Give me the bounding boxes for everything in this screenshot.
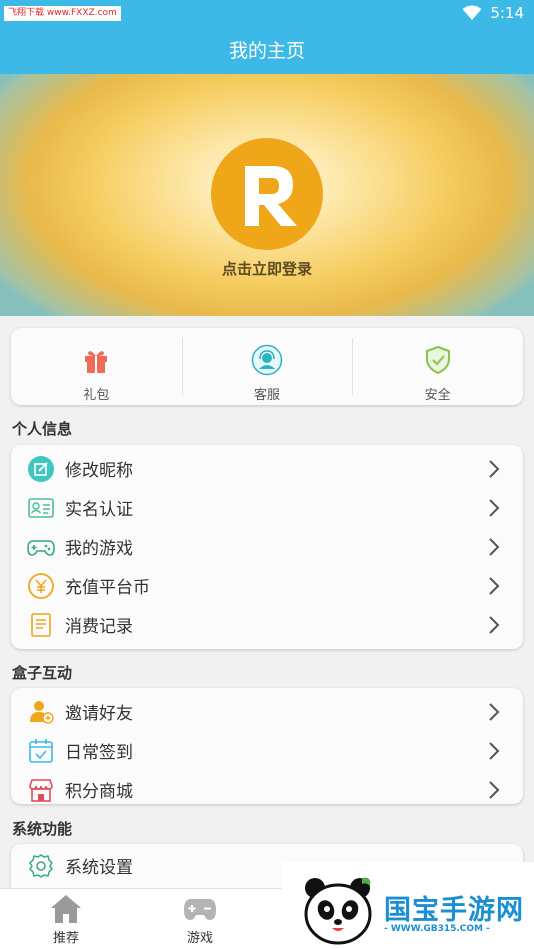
menu-item-label: 日常签到	[65, 743, 133, 763]
section-title-interaction: 盒子互动	[12, 664, 73, 682]
wifi-icon	[462, 5, 482, 20]
invite-user-icon	[30, 700, 54, 724]
menu-item-real-name-verification[interactable]: 实名认证	[11, 488, 523, 527]
status-indicators: 5:14	[462, 4, 524, 22]
shield-check-icon	[425, 345, 450, 375]
menu-item-label: 我的游戏	[65, 539, 133, 559]
watermark-label: 飞翔下载 www.FXXZ.com	[4, 6, 121, 21]
quick-action-gift[interactable]: 礼包	[11, 328, 182, 405]
brand-url: - WWW.GB315.COM -	[384, 924, 490, 934]
status-time: 5:14	[490, 4, 524, 22]
menu-item-label: 消费记录	[65, 617, 133, 637]
quick-action-security[interactable]: 安全	[352, 328, 523, 405]
menu-item-invite-friends[interactable]: 邀请好友	[11, 692, 523, 731]
chevron-right-icon	[489, 741, 500, 760]
quick-action-label: 安全	[424, 388, 451, 403]
menu-item-edit-nickname[interactable]: 修改昵称	[11, 449, 523, 488]
login-link[interactable]: 点击立即登录	[0, 258, 534, 279]
menu-item-label: 实名认证	[65, 500, 133, 520]
receipt-icon	[31, 612, 51, 637]
home-icon	[51, 895, 81, 923]
edit-icon	[28, 455, 54, 482]
menu-item-daily-checkin[interactable]: 日常签到	[11, 731, 523, 770]
chevron-right-icon	[489, 780, 500, 799]
chevron-right-icon	[489, 498, 500, 517]
menu-item-label: 邀请好友	[65, 704, 133, 724]
nav-tab-label: 游戏	[186, 931, 213, 946]
gift-icon	[85, 351, 108, 373]
quick-action-label: 客服	[254, 388, 281, 403]
status-bar: 飞翔下载 www.FXXZ.com 5:14	[0, 0, 534, 28]
nav-tab-games[interactable]: 游戏	[160, 893, 240, 946]
chevron-right-icon	[489, 537, 500, 556]
nav-tab-recommend[interactable]: 推荐	[26, 893, 106, 946]
panda-logo-icon	[304, 877, 372, 945]
quick-action-customer-service[interactable]: 客服	[181, 328, 353, 405]
quick-actions-card: 礼包 客服 安全	[11, 328, 523, 405]
game-controller-icon	[184, 899, 216, 920]
profile-header: 点击立即登录	[0, 74, 534, 316]
avatar[interactable]	[211, 138, 323, 250]
gamepad-icon	[27, 539, 55, 556]
section-title-system: 系统功能	[12, 820, 73, 838]
yuan-coin-icon	[28, 572, 54, 599]
menu-item-label: 修改昵称	[65, 461, 133, 481]
settings-gear-icon	[29, 853, 53, 878]
menu-item-label: 充值平台币	[65, 578, 150, 598]
menu-item-spending-records[interactable]: 消费记录	[11, 605, 523, 644]
menu-item-my-games[interactable]: 我的游戏	[11, 527, 523, 566]
nav-tab-label: 推荐	[52, 931, 79, 946]
avatar-letter-icon	[245, 166, 297, 226]
brand-name: 国宝手游网	[384, 895, 524, 926]
quick-action-label: 礼包	[83, 388, 110, 403]
id-card-icon	[28, 497, 54, 518]
customer-service-icon	[251, 344, 283, 376]
page-title: 我的主页	[0, 28, 534, 74]
brand-watermark: 国宝手游网 - WWW.GB315.COM -	[282, 862, 534, 949]
chevron-right-icon	[489, 576, 500, 595]
interaction-menu-card: 邀请好友 日常签到 积分商城	[11, 688, 523, 804]
store-icon	[29, 778, 53, 802]
chevron-right-icon	[489, 615, 500, 634]
chevron-right-icon	[489, 702, 500, 721]
menu-item-points-mall[interactable]: 积分商城	[11, 770, 523, 809]
menu-item-label: 积分商城	[65, 782, 133, 802]
personal-menu-card: 修改昵称 实名认证 我的游戏 充值平台币 消费记录	[11, 445, 523, 649]
chevron-right-icon	[489, 459, 500, 478]
calendar-check-icon	[29, 738, 53, 763]
menu-item-recharge-coins[interactable]: 充值平台币	[11, 566, 523, 605]
section-title-personal: 个人信息	[12, 420, 73, 438]
